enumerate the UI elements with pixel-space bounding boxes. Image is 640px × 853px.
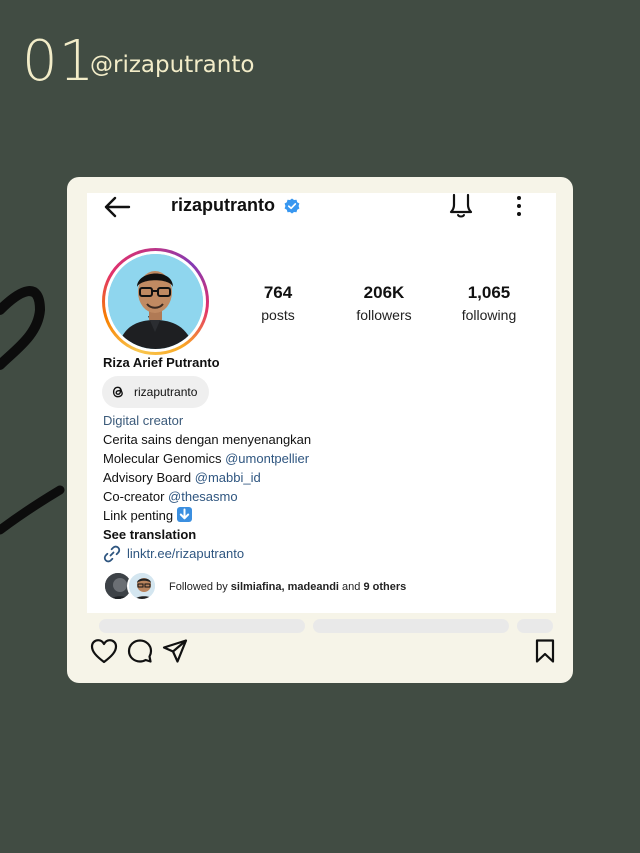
bio-line: Co-creator @thesasmo: [103, 489, 238, 504]
more-vertical-icon[interactable]: [515, 195, 523, 217]
followers-label: followers: [356, 307, 412, 323]
profile-username: rizaputranto: [171, 195, 276, 215]
profile-screen: rizaputranto 764 posts 206K followers 1,…: [87, 193, 556, 613]
bookmark-icon[interactable]: [534, 638, 556, 664]
down-arrow-emoji-icon: [177, 507, 193, 522]
profile-avatar-ring[interactable]: [102, 248, 209, 355]
bio-line: Cerita sains dengan menyenangkan: [103, 432, 312, 447]
instagram-profile-card: rizaputranto 764 posts 206K followers 1,…: [67, 177, 573, 683]
link-icon: [103, 545, 121, 562]
threads-badge[interactable]: rizaputranto: [102, 376, 210, 408]
followers-stat[interactable]: 206K followers: [339, 283, 429, 323]
followed-by-row[interactable]: Followed by silmiafina, madeandi and 9 o…: [103, 571, 406, 603]
suggest-button[interactable]: [517, 619, 553, 633]
threads-icon: [112, 386, 123, 398]
threads-handle: rizaputranto: [134, 385, 198, 399]
profile-full-name: Riza Arief Putranto: [103, 355, 220, 370]
heart-icon[interactable]: [90, 638, 118, 664]
top-bar: rizaputranto: [87, 193, 556, 223]
profile-action-buttons: [77, 619, 553, 633]
username-row: rizaputranto: [171, 195, 300, 216]
posts-stat[interactable]: 764 posts: [233, 283, 323, 323]
bio-line: Advisory Board @mabbi_id: [103, 470, 261, 485]
followers-avatars: [103, 571, 163, 603]
profile-link[interactable]: linktr.ee/rizaputranto: [103, 544, 311, 563]
profile-bio: Digital creator Cerita sains dengan meny…: [103, 411, 311, 563]
posts-label: posts: [261, 307, 295, 323]
following-count: 1,065: [467, 283, 511, 302]
followers-count: 206K: [363, 283, 405, 302]
slide-number: 01: [22, 29, 96, 94]
profile-link-text: linktr.ee/rizaputranto: [127, 546, 245, 561]
bio-category: Digital creator: [103, 413, 184, 428]
bell-icon[interactable]: [449, 193, 473, 219]
share-icon[interactable]: [162, 638, 188, 664]
see-translation-link[interactable]: See translation: [103, 525, 311, 544]
mention-umontpellier[interactable]: @umontpellier: [225, 451, 309, 466]
follow-button[interactable]: [99, 619, 305, 633]
profile-avatar: [108, 254, 203, 349]
mention-thesasmo[interactable]: @thesasmo: [168, 489, 238, 504]
following-label: following: [461, 307, 517, 323]
verified-badge-icon: [284, 198, 300, 213]
followed-by-text: Followed by silmiafina, madeandi and 9 o…: [169, 581, 407, 593]
posts-count: 764: [263, 283, 293, 302]
bio-line: Link penting: [103, 506, 311, 525]
avatar: [127, 571, 157, 601]
following-stat[interactable]: 1,065 following: [444, 283, 534, 323]
back-arrow-icon[interactable]: [103, 195, 131, 219]
comment-icon[interactable]: [127, 638, 153, 664]
avatar-photo: [108, 254, 203, 349]
bio-line: Molecular Genomics @umontpellier: [103, 451, 310, 466]
post-action-bar: [67, 633, 573, 673]
message-button[interactable]: [313, 619, 509, 633]
brush-stroke-decoration: [0, 286, 65, 535]
slide-handle: @rizaputranto: [90, 52, 255, 78]
mention-mabbi-id[interactable]: @mabbi_id: [195, 470, 261, 485]
